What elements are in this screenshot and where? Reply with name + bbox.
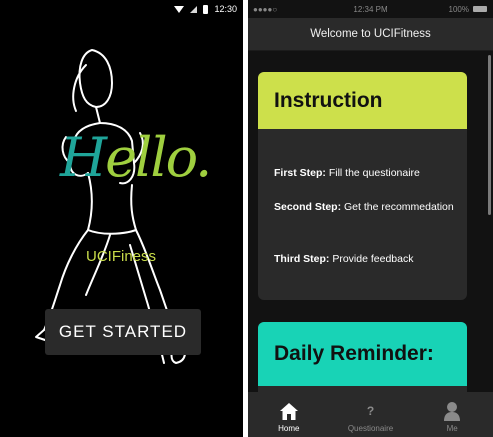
signal-icon <box>190 5 198 13</box>
person-icon <box>443 401 461 421</box>
home-screen: ●●●●○ 12:34 PM 100% Welcome to UCIFitnes… <box>248 0 493 437</box>
step-text: Get the recommedation <box>344 201 454 213</box>
question-icon: ? <box>366 404 375 418</box>
welcome-screen: 12:30 Hello. UCIFiness GET STARTED <box>0 0 243 437</box>
step-item: Second Step: Get the recommedation <box>274 200 457 214</box>
home-icon <box>279 401 299 421</box>
step-label: Third Step: <box>274 253 330 265</box>
get-started-button[interactable]: GET STARTED <box>45 309 201 355</box>
hello-first-letter: H <box>60 126 107 189</box>
step-label: Second Step: <box>274 201 342 213</box>
hello-rest: ello. <box>105 126 212 189</box>
scrollbar[interactable] <box>488 55 491 215</box>
wifi-icon <box>174 5 185 13</box>
status-time: 12:30 <box>214 4 237 14</box>
step-label: First Step: <box>274 167 326 179</box>
instruction-card: Instruction First Step: Fill the questio… <box>258 72 467 300</box>
step-item: Third Step: Provide feedback <box>274 252 457 266</box>
tab-label: Me <box>446 424 458 433</box>
hello-heading: Hello. <box>60 126 212 189</box>
daily-reminder-title: Daily Reminder: <box>258 322 467 386</box>
battery-icon <box>473 6 487 12</box>
tab-label: Home <box>278 424 300 433</box>
tab-me[interactable]: Me <box>411 392 493 437</box>
tab-bar: Home ? Questionaire Me <box>248 392 493 437</box>
android-status-bar: 12:30 <box>0 0 243 18</box>
ios-status-bar: ●●●●○ 12:34 PM 100% <box>248 0 493 18</box>
step-text: Provide feedback <box>332 253 414 265</box>
tab-questionaire[interactable]: ? Questionaire <box>330 392 412 437</box>
battery-icon <box>203 4 209 14</box>
battery-percent: 100% <box>448 5 469 14</box>
brand-name: UCIFiness <box>86 248 157 265</box>
tab-label: Questionaire <box>347 424 394 433</box>
step-item: First Step: Fill the questionaire <box>274 166 457 180</box>
step-text: Fill the questionaire <box>328 167 420 179</box>
tab-home[interactable]: Home <box>248 392 330 437</box>
instruction-card-title: Instruction <box>258 72 467 129</box>
nav-title: Welcome to UCIFitness <box>248 18 493 51</box>
